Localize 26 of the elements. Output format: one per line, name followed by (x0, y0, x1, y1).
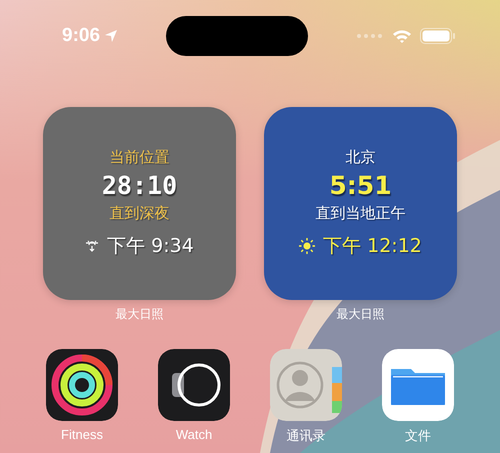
app-label: Fitness (61, 427, 103, 442)
widget-label: 最大日照 (116, 306, 164, 323)
event-time: 下午 12:12 (323, 234, 422, 259)
sun-icon (299, 238, 316, 254)
clock-time: 9:06 (62, 25, 100, 47)
widget-duration: 5:51 (329, 171, 392, 200)
widget-caption: 直到深夜 (110, 204, 170, 223)
wifi-icon (392, 28, 412, 44)
activity-rings-icon[interactable] (46, 349, 118, 421)
daylight-widget[interactable]: 北京 5:51 直到当地正午 下午 12:12 (264, 107, 457, 300)
watch-icon[interactable] (158, 349, 230, 421)
daylight-widget[interactable]: 当前位置 28:10 直到深夜 下午 9:34 (43, 107, 236, 300)
folder-icon[interactable] (382, 349, 454, 421)
widget-duration: 28:10 (102, 171, 178, 200)
widget-location: 当前位置 (110, 148, 170, 167)
event-time: 下午 9:34 (107, 234, 194, 259)
widget-caption: 直到当地正午 (316, 204, 406, 223)
location-arrow-icon (104, 29, 118, 43)
signal-icon (357, 34, 382, 38)
sunset-icon (85, 240, 100, 252)
battery-icon (420, 28, 456, 44)
widget-label: 最大日照 (336, 306, 384, 323)
app-label: 文件 (405, 427, 431, 445)
widget-location: 北京 (346, 148, 376, 167)
app-label: Watch (176, 427, 212, 442)
app-label: 通讯录 (286, 427, 326, 445)
